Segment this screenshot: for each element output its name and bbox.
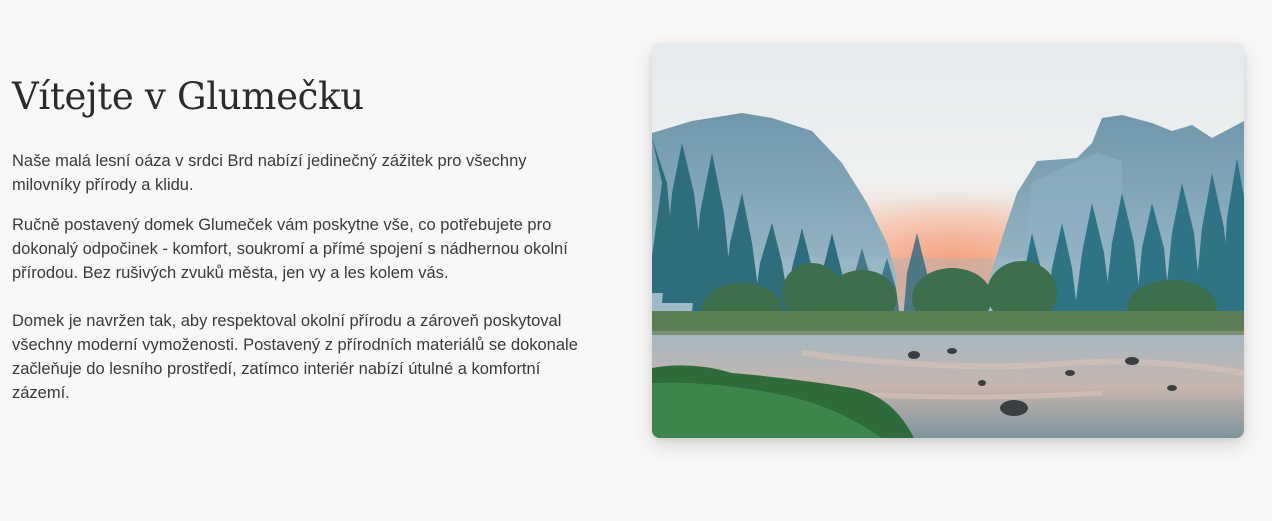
hero-image <box>652 43 1244 438</box>
welcome-body: Ručně postavený domek Glumeček vám posky… <box>12 216 578 402</box>
welcome-text-column: Vítejte v Glumečku Naše malá lesní oáza … <box>12 74 612 405</box>
welcome-intro: Naše malá lesní oáza v srdci Brd nabízí … <box>12 152 527 194</box>
welcome-title: Vítejte v Glumečku <box>12 75 364 118</box>
landscape-photo-icon <box>652 43 1244 438</box>
welcome-section: Vítejte v Glumečku Naše malá lesní oáza … <box>0 0 1272 521</box>
